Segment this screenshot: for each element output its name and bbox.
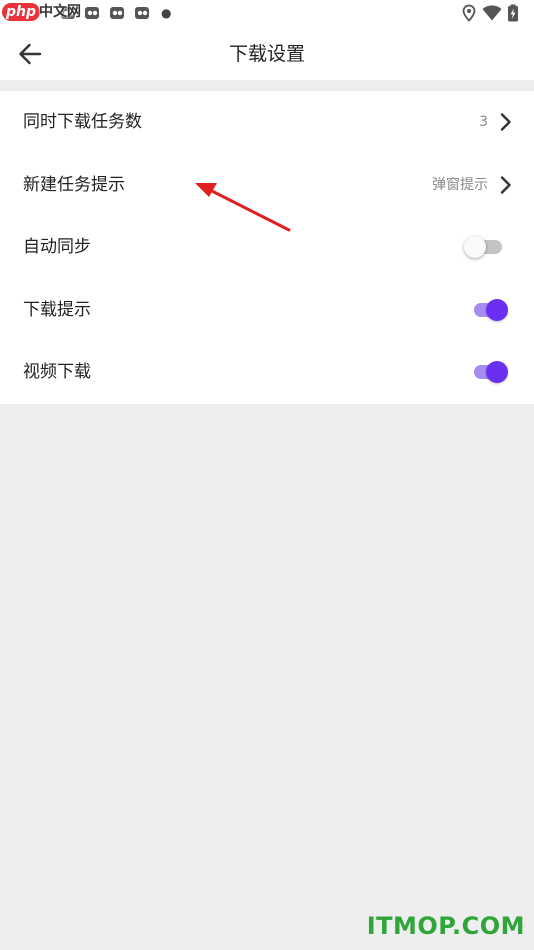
setting-row-download-prompt: 下载提示 (0, 279, 534, 342)
battery-charging-icon (508, 4, 518, 22)
toolbar: 下载设置 (0, 28, 534, 80)
notification-icon (85, 7, 99, 19)
chevron-right-icon (500, 113, 511, 131)
setting-row-concurrent-tasks[interactable]: 同时下载任务数 3 (0, 91, 534, 154)
watermark-logo: php 中文网 (2, 1, 81, 23)
watermark-cn: 中文网 (39, 4, 82, 20)
watermark-php: php (2, 3, 41, 21)
wifi-icon (482, 5, 502, 21)
toggle-thumb (486, 298, 508, 321)
setting-label: 视频下载 (23, 362, 91, 382)
status-bar: ● php 中文网 (0, 0, 534, 28)
setting-row-new-task-prompt[interactable]: 新建任务提示 弹窗提示 (0, 154, 534, 217)
setting-label: 下载提示 (23, 299, 91, 320)
chevron-right-icon (500, 175, 511, 194)
toggle-thumb (486, 361, 508, 383)
setting-value: 弹窗提示 (432, 176, 488, 193)
auto-sync-toggle[interactable] (464, 236, 508, 258)
notification-icon (135, 7, 149, 19)
setting-label: 同时下载任务数 (23, 112, 142, 132)
page-title: 下载设置 (228, 43, 305, 65)
settings-list: 同时下载任务数 3 新建任务提示 弹窗提示 自动同步 下载提示 视频下载 (0, 91, 534, 404)
location-icon (462, 4, 476, 22)
download-prompt-toggle[interactable] (470, 298, 508, 321)
setting-label: 新建任务提示 (23, 174, 125, 195)
video-download-toggle[interactable] (470, 361, 508, 383)
setting-row-auto-sync: 自动同步 (0, 216, 534, 279)
notification-icon (110, 7, 124, 19)
setting-label: 自动同步 (23, 237, 91, 257)
setting-value: 3 (479, 114, 488, 130)
toggle-thumb (464, 236, 486, 258)
setting-row-video-download: 视频下载 (0, 341, 534, 404)
watermark-itmop: ITMOP.COM (366, 912, 525, 940)
more-notifications-dot: ● (161, 6, 172, 20)
